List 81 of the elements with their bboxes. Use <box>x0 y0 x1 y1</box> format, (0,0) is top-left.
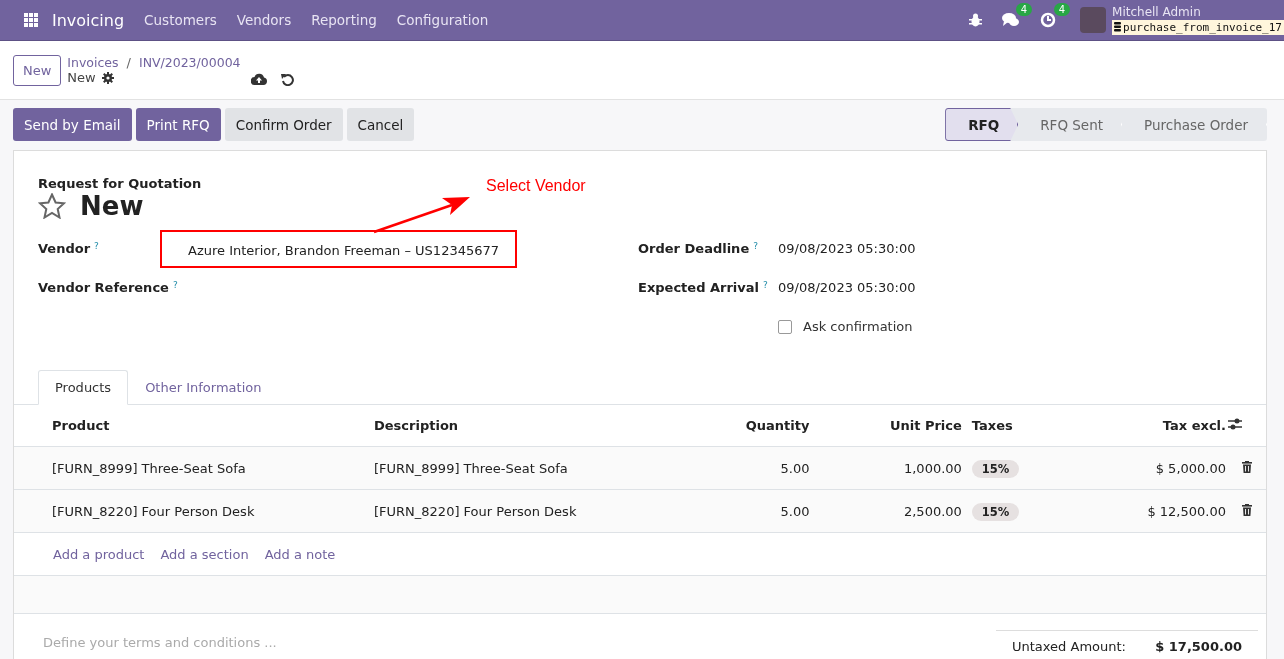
annotation-text: Select Vendor <box>486 177 586 195</box>
field-value[interactable]: 09/08/2023 05:30:00 <box>778 235 916 262</box>
form-subtitle: Request for Quotation <box>38 176 202 191</box>
add-line-link[interactable]: Add a product <box>53 546 145 562</box>
column-header: Tax excl. <box>1060 405 1227 447</box>
table-cell[interactable]: 2,500.00 <box>810 489 963 533</box>
table-cell[interactable]: [FURN_8999] Three-Seat Sofa <box>14 446 373 490</box>
column-header: Description <box>373 405 675 447</box>
trash-icon <box>1241 460 1252 473</box>
checkbox[interactable] <box>778 319 792 334</box>
total-label: Untaxed Amount: <box>1012 639 1126 654</box>
action-button[interactable]: Cancel <box>346 108 415 141</box>
column-header: Product <box>14 405 373 447</box>
count-badge: 4 <box>1053 3 1071 16</box>
column-header: Quantity <box>675 405 811 447</box>
sliders-icon <box>1228 418 1242 430</box>
table-cell[interactable]: 5.00 <box>675 446 811 490</box>
nav-menu-item[interactable]: Vendors <box>236 12 292 28</box>
database-icon <box>1114 22 1122 32</box>
undo-icon <box>280 72 294 86</box>
table-cell[interactable]: [FURN_8220] Four Person Desk <box>14 489 373 533</box>
gear-icon <box>101 71 114 84</box>
action-button[interactable]: Confirm Order <box>224 108 343 141</box>
settings-button[interactable] <box>101 71 114 84</box>
nav-menu-item[interactable]: Reporting <box>311 12 377 28</box>
terms-field[interactable]: Define your terms and conditions ... <box>41 630 445 654</box>
table-cell[interactable]: 1,000.00 <box>810 446 963 490</box>
avatar <box>1080 7 1107 33</box>
tax-tag: 15% <box>971 502 1020 521</box>
delete-button[interactable] <box>1241 460 1252 473</box>
table-cell[interactable]: 5.00 <box>675 489 811 533</box>
breadcrumb-separator: / <box>126 55 131 70</box>
status-step[interactable]: RFQ <box>945 108 1019 141</box>
save-button[interactable] <box>250 72 267 86</box>
breadcrumb-link[interactable]: Invoices <box>67 55 119 70</box>
column-header: Unit Price <box>810 405 963 447</box>
help-tooltip[interactable]: ? <box>94 241 99 251</box>
tab[interactable]: Other Information <box>128 370 279 405</box>
new-button[interactable]: New <box>13 54 62 86</box>
optional-columns-button[interactable] <box>1228 418 1242 430</box>
table-cell: $ 5,000.00 <box>1060 446 1227 490</box>
count-badge: 4 <box>1015 3 1033 16</box>
breadcrumb-link[interactable]: INV/2023/00004 <box>138 55 241 70</box>
chat-bubbles-icon <box>1002 12 1021 28</box>
status-step[interactable]: RFQ Sent <box>1018 108 1123 141</box>
bug-icon <box>969 13 983 27</box>
trash-icon <box>1241 503 1252 516</box>
field-label: Vendor <box>38 241 91 256</box>
tab[interactable]: Products <box>38 370 129 405</box>
delete-button[interactable] <box>1241 503 1252 516</box>
field-label: Order Deadline <box>638 241 750 256</box>
add-line-link[interactable]: Add a section <box>160 546 249 562</box>
record-name: New <box>67 70 96 85</box>
checkbox-label[interactable]: Ask confirmation <box>803 319 913 334</box>
tax-tag: 15% <box>971 459 1020 478</box>
field-label: Expected Arrival <box>638 280 759 295</box>
database-name: purchase_from_invoice_17 <box>1112 19 1284 35</box>
nav-menu-item[interactable]: Configuration <box>396 12 489 28</box>
field-value[interactable]: 09/08/2023 05:30:00 <box>778 274 916 301</box>
action-button[interactable]: Print RFQ <box>135 108 221 141</box>
table-cell[interactable]: [FURN_8220] Four Person Desk <box>373 489 675 533</box>
field-value[interactable]: Azure Interior, Brandon Freeman – US12345677 <box>160 229 518 268</box>
discard-button[interactable] <box>280 72 294 86</box>
table-cell[interactable]: [FURN_8999] Three-Seat Sofa <box>373 446 675 490</box>
column-header: Taxes <box>962 405 1061 447</box>
help-tooltip[interactable]: ? <box>763 280 768 290</box>
cloud-upload-icon <box>250 73 267 85</box>
star-icon[interactable] <box>38 193 66 219</box>
nav-menu-item[interactable]: Customers <box>144 12 217 28</box>
table-cell: $ 12,500.00 <box>1060 489 1227 533</box>
add-line-link[interactable]: Add a note <box>264 546 336 562</box>
user-name[interactable]: Mitchell Admin <box>1112 5 1284 19</box>
help-tooltip[interactable]: ? <box>753 241 758 251</box>
record-title: New <box>80 191 144 221</box>
action-button[interactable]: Send by Email <box>13 108 132 141</box>
app-name-link[interactable]: Invoicing <box>52 10 125 30</box>
field-label: Vendor Reference <box>38 280 169 295</box>
help-tooltip[interactable]: ? <box>172 280 178 290</box>
grid-icon <box>24 13 38 27</box>
status-step[interactable]: Purchase Order <box>1122 108 1267 141</box>
total-value: $ 17,500.00 <box>1155 639 1242 654</box>
